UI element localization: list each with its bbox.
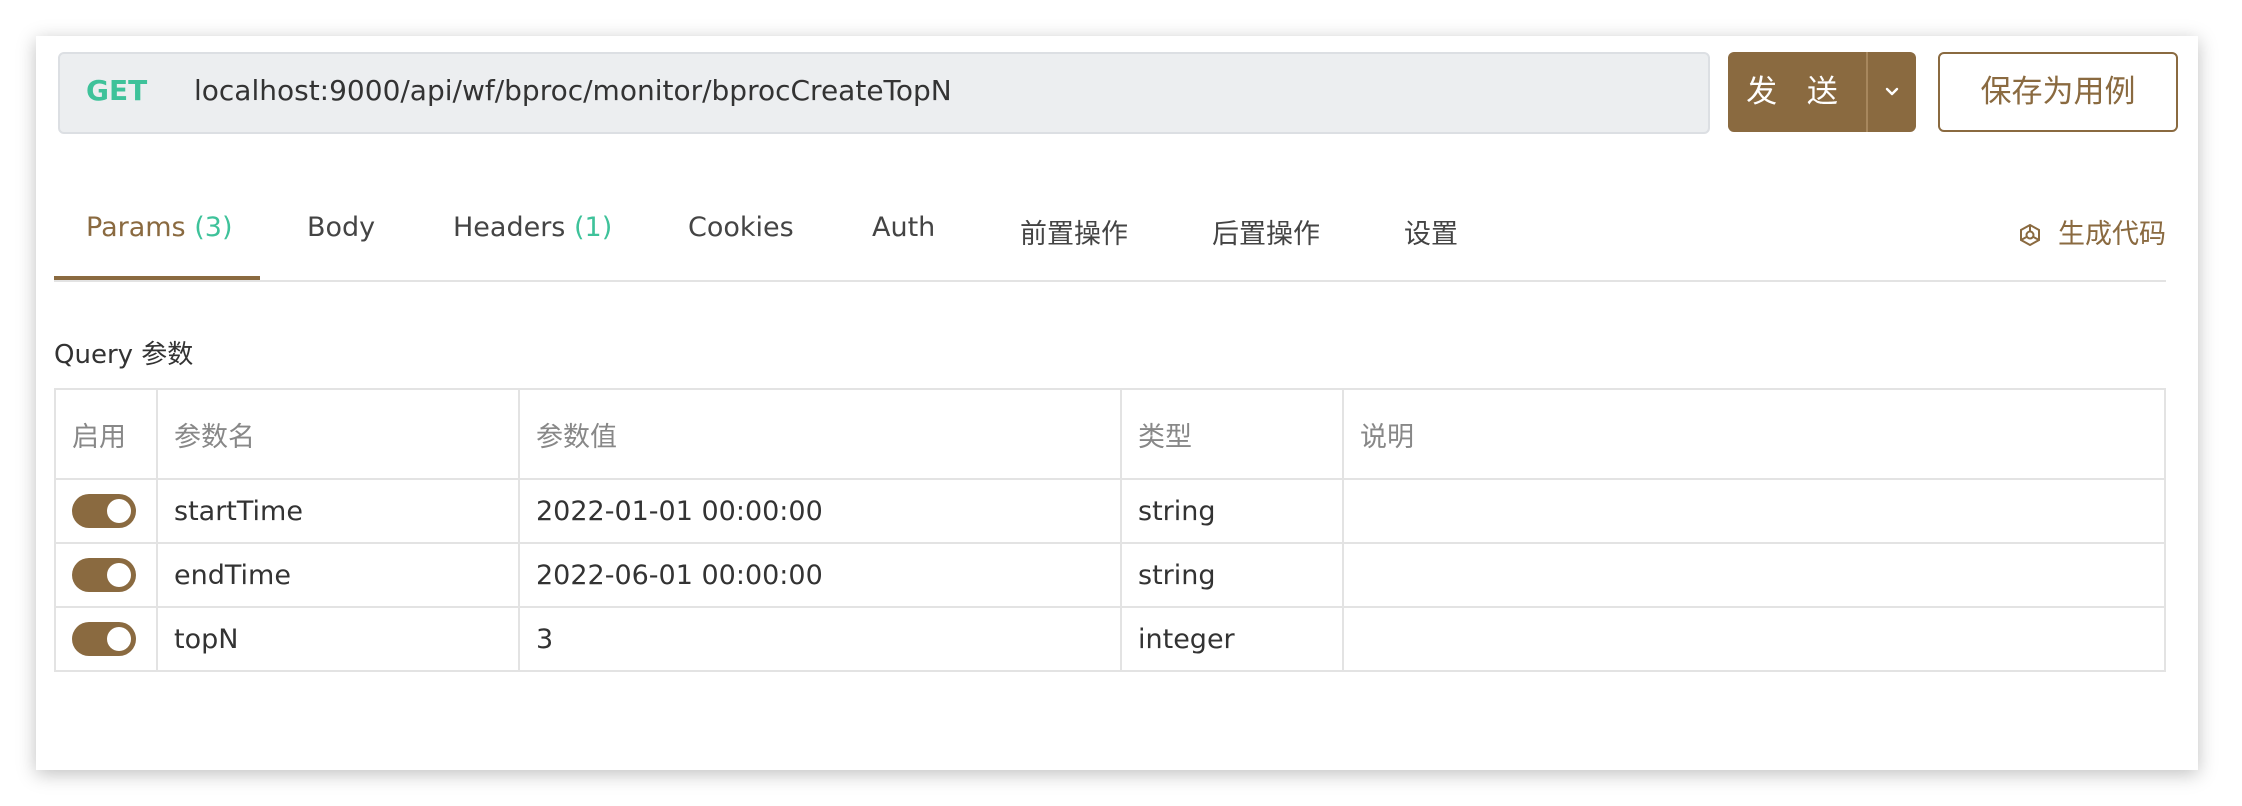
tab-post-operations[interactable]: 后置操作 [1212,212,1320,251]
request-tabs: Params (3) Body Headers (1) Cookies Auth… [54,184,2166,282]
toggle-knob [107,627,131,651]
param-type-cell[interactable]: string [1120,478,1344,544]
tab-body[interactable]: Body [307,212,375,243]
param-description-cell[interactable] [1342,542,2166,608]
enable-toggle[interactable] [72,494,136,528]
enable-toggle[interactable] [72,622,136,656]
param-type-cell[interactable]: string [1120,542,1344,608]
active-tab-indicator [54,276,260,280]
tab-params[interactable]: Params (3) [86,212,232,243]
enable-toggle[interactable] [72,558,136,592]
enabled-cell [54,606,158,672]
param-description-cell[interactable] [1342,606,2166,672]
param-description-cell[interactable] [1342,478,2166,544]
header-enabled: 启用 [54,388,158,480]
tab-headers-label: Headers [453,212,566,243]
param-value-cell[interactable]: 3 [518,606,1122,672]
send-options-button[interactable] [1868,52,1916,132]
param-value-cell[interactable]: 2022-01-01 00:00:00 [518,478,1122,544]
param-name-cell[interactable]: topN [156,606,520,672]
tab-cookies[interactable]: Cookies [688,212,794,243]
send-button[interactable]: 发 送 [1728,52,1916,132]
query-params-title: Query 参数 [54,340,194,370]
tab-headers[interactable]: Headers (1) [453,212,612,243]
param-name-cell[interactable]: endTime [156,542,520,608]
header-description: 说明 [1342,388,2166,480]
tab-headers-count: (1) [573,212,613,243]
enabled-cell [54,478,158,544]
param-name-cell[interactable]: startTime [156,478,520,544]
header-type: 类型 [1120,388,1344,480]
header-param-value: 参数值 [518,388,1122,480]
tab-params-label: Params [86,212,186,243]
tab-pre-operations[interactable]: 前置操作 [1020,212,1128,251]
table-header-row: 启用 参数名 参数值 类型 说明 [54,388,2166,480]
param-type-cell[interactable]: integer [1120,606,1344,672]
header-param-name: 参数名 [156,388,520,480]
toggle-knob [107,563,131,587]
generate-code-label: 生成代码 [2058,219,2166,250]
gear-cube-icon [2020,223,2040,247]
save-as-case-button[interactable]: 保存为用例 [1938,52,2178,132]
generate-code-button[interactable]: 生成代码 [2018,212,2166,251]
query-params-table: 启用 参数名 参数值 类型 说明 startTime 2022-01-01 00… [54,388,2166,672]
enabled-cell [54,542,158,608]
toggle-knob [107,499,131,523]
url-input[interactable]: localhost:9000/api/wf/bproc/monitor/bpro… [194,74,952,107]
chevron-down-icon [1885,87,1899,96]
tab-params-count: (3) [194,212,233,243]
table-row: startTime 2022-01-01 00:00:00 string [54,478,2166,544]
send-button-label[interactable]: 发 送 [1728,52,1866,132]
tab-settings[interactable]: 设置 [1404,212,1458,251]
table-row: endTime 2022-06-01 00:00:00 string [54,542,2166,608]
tab-auth[interactable]: Auth [872,212,935,243]
param-value-cell[interactable]: 2022-06-01 00:00:00 [518,542,1122,608]
method-label[interactable]: GET [86,74,147,107]
table-row: topN 3 integer [54,606,2166,672]
url-bar[interactable]: GET localhost:9000/api/wf/bproc/monitor/… [58,52,1710,134]
